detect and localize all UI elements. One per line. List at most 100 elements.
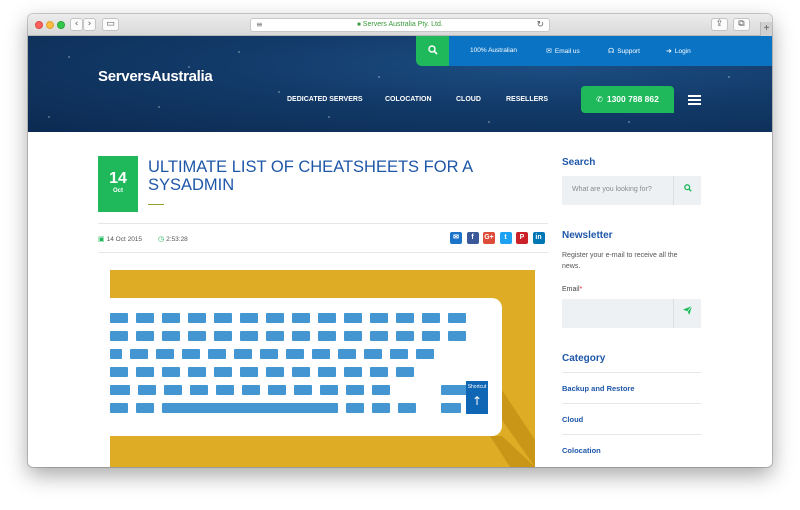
keyboard-key bbox=[396, 331, 414, 341]
top-link-australian[interactable]: 100% Australian bbox=[470, 47, 517, 54]
keyboard-key bbox=[286, 349, 304, 359]
chevron-right-icon: › bbox=[87, 19, 92, 29]
share-button[interactable]: ⇪ bbox=[711, 18, 728, 31]
search-heading: Search bbox=[562, 157, 596, 168]
linkedin-share-button[interactable]: in bbox=[532, 232, 545, 244]
site-header: ServersAustralia 100% Australian ✉ Email … bbox=[28, 36, 772, 132]
google-plus-share-button[interactable]: G+ bbox=[483, 232, 495, 244]
keyboard-key bbox=[240, 331, 258, 341]
keyboard-key bbox=[260, 349, 278, 359]
nav-resellers[interactable]: RESELLERS bbox=[506, 96, 548, 103]
keyboard-key bbox=[266, 331, 284, 341]
top-link-support[interactable]: ☊ Support bbox=[608, 47, 640, 55]
keyboard-key bbox=[162, 331, 180, 341]
keyboard-key bbox=[188, 331, 206, 341]
new-tab-button[interactable]: + bbox=[760, 22, 772, 36]
share-icon: ⇪ bbox=[715, 19, 724, 29]
divider bbox=[562, 372, 701, 373]
category-item[interactable]: Cloud bbox=[562, 415, 701, 424]
site-logo[interactable]: ServersAustralia bbox=[98, 68, 213, 85]
divider bbox=[562, 403, 701, 404]
keyboard-key bbox=[162, 403, 338, 413]
back-button[interactable]: ‹ bbox=[70, 18, 83, 31]
top-link-label: Email us bbox=[554, 48, 580, 55]
sidebar-toggle-button[interactable]: ▭ bbox=[102, 18, 119, 31]
keyboard-key bbox=[136, 313, 154, 323]
zoom-window-button[interactable] bbox=[57, 21, 65, 29]
required-marker: * bbox=[579, 286, 583, 293]
search-placeholder: What are you looking for? bbox=[572, 186, 652, 193]
keyboard-key bbox=[110, 313, 128, 323]
header-search-button[interactable] bbox=[416, 36, 449, 66]
category-item[interactable]: Backup and Restore bbox=[562, 384, 701, 393]
keyboard-key bbox=[344, 313, 362, 323]
nav-cloud[interactable]: CLOUD bbox=[456, 96, 481, 103]
top-link-login[interactable]: ➜ Login bbox=[666, 47, 691, 55]
keyboard-key bbox=[344, 331, 362, 341]
newsletter-email-input[interactable] bbox=[562, 299, 701, 328]
email-label-text: Email bbox=[562, 286, 580, 293]
minimize-window-button[interactable] bbox=[46, 21, 54, 29]
keyboard-key bbox=[294, 385, 312, 395]
newsletter-description: Register your e-mail to receive all the … bbox=[562, 252, 678, 270]
keyboard-key bbox=[441, 403, 461, 413]
keyboard-key bbox=[292, 367, 310, 377]
top-link-label: Login bbox=[674, 48, 691, 55]
paper-plane-icon bbox=[683, 305, 693, 315]
pinterest-share-button[interactable]: P bbox=[516, 232, 528, 244]
category-heading: Category bbox=[562, 353, 606, 364]
email-share-button[interactable]: ✉ bbox=[450, 232, 462, 244]
nav-dedicated-servers[interactable]: DEDICATED SERVERS bbox=[287, 96, 363, 103]
keyboard-key bbox=[188, 367, 206, 377]
phone-icon: ✆ bbox=[596, 95, 603, 104]
tabs-overview-button[interactable]: ⧉ bbox=[733, 18, 750, 31]
phone-button[interactable]: ✆ 1300 788 862 bbox=[581, 86, 674, 113]
chevron-left-icon: ‹ bbox=[74, 19, 79, 29]
sidebar-search-button[interactable] bbox=[673, 176, 701, 205]
top-link-email[interactable]: ✉ Email us bbox=[546, 47, 580, 55]
keyboard-key bbox=[346, 385, 364, 395]
lock-icon: ■ bbox=[357, 22, 361, 28]
reload-icon[interactable]: ↻ bbox=[536, 19, 544, 31]
title-underline bbox=[148, 204, 164, 205]
keyboard-key bbox=[318, 331, 336, 341]
keyboard-key bbox=[110, 385, 130, 395]
address-text: Servers Australia Pty. Ltd. bbox=[362, 21, 443, 28]
keyboard-key bbox=[422, 313, 440, 323]
search-icon bbox=[427, 45, 438, 55]
facebook-share-button[interactable]: f bbox=[466, 232, 479, 244]
plus-icon: + bbox=[763, 23, 770, 34]
keyboard-key bbox=[234, 349, 252, 359]
menu-button[interactable] bbox=[688, 95, 701, 107]
newsletter-submit-button[interactable] bbox=[673, 299, 701, 328]
keyboard-key bbox=[266, 367, 284, 377]
keyboard-key bbox=[136, 367, 154, 377]
arrow-up-icon: ↑ bbox=[471, 394, 483, 408]
twitter-share-button[interactable]: t bbox=[499, 232, 512, 244]
sidebar-search-input[interactable]: What are you looking for? bbox=[562, 176, 701, 205]
close-window-button[interactable] bbox=[35, 21, 43, 29]
nav-colocation[interactable]: COLOCATION bbox=[385, 96, 432, 103]
keyboard-illustration: Shortcut ↑ bbox=[110, 298, 502, 436]
keyboard-key bbox=[240, 313, 258, 323]
divider bbox=[98, 252, 548, 253]
category-item[interactable]: Colocation bbox=[562, 446, 701, 455]
keyboard-key bbox=[318, 367, 336, 377]
keyboard-key bbox=[318, 313, 336, 323]
keyboard-key bbox=[130, 349, 148, 359]
calendar-icon: ▣ bbox=[98, 235, 105, 243]
keyboard-key bbox=[370, 331, 388, 341]
forward-button[interactable]: › bbox=[83, 18, 96, 31]
meta-date-text: 14 Oct 2015 bbox=[106, 236, 143, 243]
keyboard-key bbox=[390, 349, 408, 359]
keyboard-key bbox=[448, 331, 466, 341]
keyboard-key bbox=[242, 385, 260, 395]
reader-icon: ≡ bbox=[256, 20, 263, 29]
divider bbox=[562, 434, 701, 435]
keyboard-key bbox=[182, 349, 200, 359]
keyboard-key bbox=[338, 349, 356, 359]
phone-number: 1300 788 862 bbox=[606, 94, 659, 104]
address-bar[interactable]: ≡ ■ Servers Australia Pty. Ltd. ↻ bbox=[250, 18, 550, 32]
browser-toolbar: ‹ › ▭ ≡ ■ Servers Australia Pty. Ltd. ↻ ⇪… bbox=[28, 14, 772, 36]
keyboard-key bbox=[214, 313, 232, 323]
